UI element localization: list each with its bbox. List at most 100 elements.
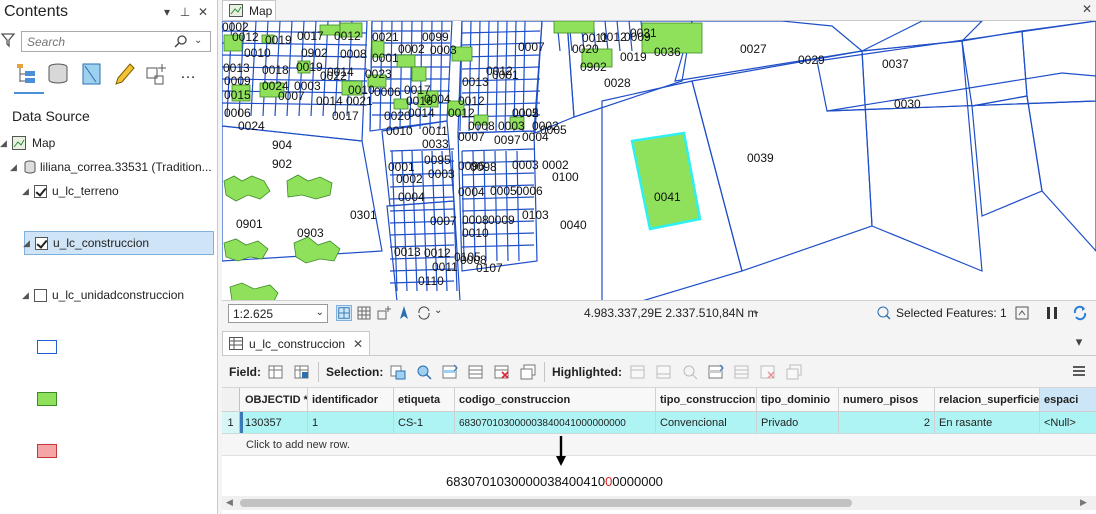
list-by-selection-icon[interactable] [80,60,104,88]
pause-drawing-icon[interactable] [1044,305,1060,321]
layer-visibility-checkbox[interactable] [34,289,47,302]
pane-options-icon[interactable]: ▾ [160,4,174,20]
chevron-down-icon[interactable]: ⌄ [316,307,324,318]
add-field-icon[interactable] [268,364,284,380]
list-by-drawing-order-icon[interactable] [14,60,38,88]
map-drawing[interactable]: 0012 0019 0017 0012 0021 0099 0010 0902 0008 0001… [222,21,1096,300]
tab-attribute-table[interactable]: u_lc_construccion ✕ [222,331,370,355]
layer-visibility-checkbox[interactable] [34,185,47,198]
highlight-unselect-icon[interactable] [708,364,724,380]
map-icon [229,4,243,17]
grid-icon[interactable] [356,305,372,321]
column-header-etiqueta[interactable]: etiqueta [394,388,455,411]
refresh-cycle-icon[interactable] [416,305,432,321]
column-header-numero-pisos[interactable]: numero_pisos [839,388,935,411]
collapse-arrow-icon[interactable]: ◢ [23,238,33,248]
row-number[interactable]: 1 [222,412,240,433]
close-icon[interactable]: ✕ [196,4,210,20]
refresh-icon[interactable] [1072,305,1088,321]
highlight-copy-icon[interactable] [786,364,802,380]
symbol-swatch-construccion[interactable] [37,392,57,406]
collapse-arrow-icon[interactable]: ◢ [10,162,20,172]
more-options-icon[interactable]: … [180,60,204,88]
list-by-data-source-icon[interactable] [46,60,70,88]
chevron-down-icon[interactable]: ⌄ [194,35,206,47]
table-menu-icon[interactable]: ▾ [1070,334,1088,352]
table-row[interactable]: 1 130357 1 CS-1 683070103000003840041000… [222,412,1096,434]
column-header-identificador[interactable]: identificador [308,388,394,411]
clear-selection-icon[interactable] [468,364,484,380]
pin-icon[interactable]: ⊥ [178,4,192,20]
tree-item-map[interactable]: ◢ Map [0,132,218,156]
north-arrow-icon[interactable] [396,305,412,321]
layer-visibility-checkbox[interactable] [35,237,48,250]
scroll-right-icon[interactable]: ▶ [1080,497,1087,508]
parcel-label: 0006 [224,106,251,120]
column-header-relacion-superficie[interactable]: relacion_superficie [935,388,1040,411]
cell-etiqueta[interactable]: CS-1 [394,412,455,433]
collapse-arrow-icon[interactable]: ◢ [0,138,10,148]
chevron-down-icon[interactable]: ⌄ [752,306,760,317]
column-header-tipo-construccion[interactable]: tipo_construccion [656,388,757,411]
cell-tipo-construccion[interactable]: Convencional [656,412,757,433]
highlight-reduce-icon[interactable] [656,364,672,380]
cell-relacion-superficie[interactable]: En rasante [935,412,1040,433]
highlight-switch-icon[interactable] [630,364,646,380]
parcel-label: 0004 [458,185,485,199]
cell-tipo-dominio[interactable]: Privado [757,412,839,433]
highlight-delete-icon[interactable] [760,364,776,380]
cell-espacio[interactable]: <Null> [1040,412,1096,433]
highlight-list-icon[interactable] [734,364,750,380]
zoom-to-selection-icon[interactable] [416,364,432,380]
column-header-codigo-construccion[interactable]: codigo_construccion [455,388,656,411]
parcel-label: 0012 [334,29,361,43]
horizontal-scrollbar[interactable]: ◀ ▶ [222,496,1096,510]
cell-codigo-construccion[interactable]: 683070103000003840041000000000 [455,412,656,433]
cell-objectid[interactable]: 130357 [241,412,308,433]
snapping-icon[interactable] [376,305,392,321]
select-by-attributes-icon[interactable] [390,364,406,380]
highlight-zoom-icon[interactable] [682,364,698,380]
close-map-icon[interactable]: ✕ [1080,2,1094,16]
collapse-arrow-icon[interactable]: ◢ [22,290,32,300]
symbol-swatch-terreno[interactable] [37,340,57,354]
cell-numero-pisos[interactable]: 2 [839,412,935,433]
parcel-label: 0037 [882,57,909,71]
search-icon[interactable] [174,34,188,48]
list-by-snapping-icon[interactable] [144,60,168,88]
symbol-swatch-unidadconstruccion[interactable] [37,444,57,458]
column-header-espacio[interactable]: espaci [1040,388,1096,411]
scrollbar-thumb[interactable] [240,499,852,507]
tab-map[interactable]: Map [222,0,276,20]
tree-item-layer-construccion[interactable]: ◢ u_lc_construccion [23,231,214,255]
add-new-row[interactable]: Click to add new row. [222,434,1096,456]
delete-selected-icon[interactable] [494,364,510,380]
calculate-field-icon[interactable] [294,364,310,380]
parcel-label: 0021 [346,94,373,108]
arcgis-pro-window: Contents ▾ ⊥ ✕ ⌄ [0,0,1096,514]
scale-selector[interactable]: 1:2.625 ⌄ [228,304,328,323]
row-header-corner[interactable] [222,388,240,411]
cell-identificador[interactable]: 1 [308,412,394,433]
selected-features-count[interactable]: Selected Features: 1 [896,306,1007,320]
search-box[interactable]: ⌄ [21,31,211,52]
tree-item-layer-terreno[interactable]: ◢ u_lc_terreno [0,180,218,204]
filter-icon[interactable] [1,32,15,48]
collapse-arrow-icon[interactable]: ◢ [22,186,32,196]
table-options-menu-icon[interactable] [1072,364,1086,378]
table-settings-icon[interactable] [1014,305,1030,321]
chevron-down-icon[interactable]: ⌄ [434,305,450,321]
close-icon[interactable]: ✕ [353,337,363,351]
search-input[interactable] [27,34,172,49]
scroll-left-icon[interactable]: ◀ [226,497,233,508]
fixed-zoom-icon[interactable] [336,305,352,321]
copy-selected-icon[interactable] [520,364,536,380]
tree-item-layer-unidadconstruccion[interactable]: ◢ u_lc_unidadconstruccion [0,284,218,308]
map-canvas[interactable]: 0012 0019 0017 0012 0021 0099 0010 0902 0008 0001… [222,20,1096,300]
select-features-icon[interactable] [876,305,892,321]
column-header-tipo-dominio[interactable]: tipo_dominio [757,388,839,411]
tree-item-database[interactable]: ◢ liliana_correa.33531 (Tradition... [0,156,218,180]
switch-selection-icon[interactable] [442,364,458,380]
list-by-editing-icon[interactable] [112,60,136,88]
column-header-objectid[interactable]: OBJECTID * [241,388,308,411]
